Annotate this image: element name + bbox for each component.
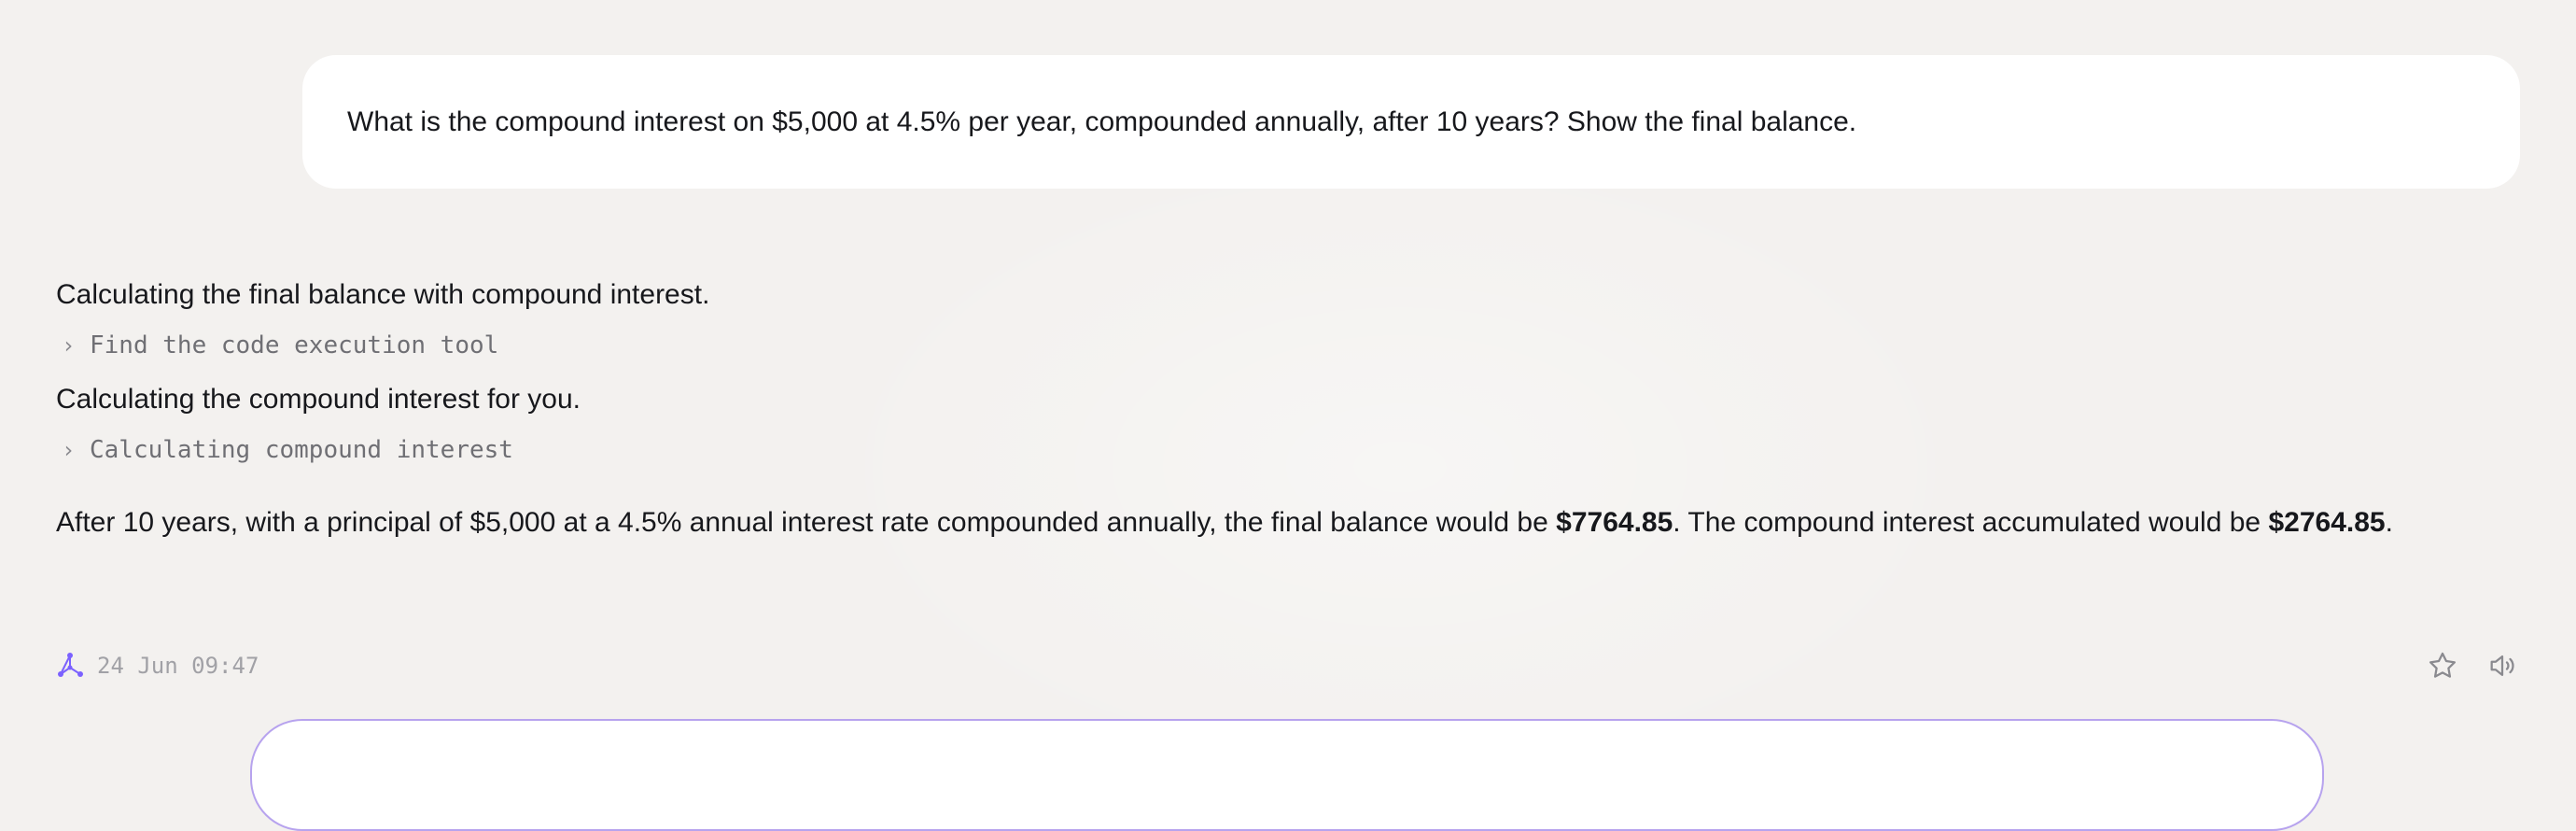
chevron-right-icon: › bbox=[62, 332, 76, 359]
tool-call-label-2: Calculating compound interest bbox=[90, 436, 513, 464]
user-message-text: What is the compound interest on $5,000 … bbox=[347, 106, 1857, 137]
message-timestamp: 24 Jun 09:47 bbox=[97, 653, 259, 679]
interest-value: $2764.85 bbox=[2268, 507, 2386, 538]
answer-text-1: After 10 years, with a principal of $5,0… bbox=[56, 507, 1557, 538]
assistant-response: Calculating the final balance with compo… bbox=[56, 276, 2520, 545]
tool-call-label-1: Find the code execution tool bbox=[90, 331, 499, 359]
favorite-button[interactable] bbox=[2425, 648, 2460, 683]
message-input-box[interactable] bbox=[250, 719, 2324, 831]
user-message-bubble: What is the compound interest on $5,000 … bbox=[302, 55, 2520, 189]
tool-call-toggle-2[interactable]: › Calculating compound interest bbox=[56, 431, 2520, 469]
step-text-1: Calculating the final balance with compo… bbox=[56, 279, 710, 310]
step-text-2: Calculating the compound interest for yo… bbox=[56, 384, 581, 415]
message-meta-row: 24 Jun 09:47 bbox=[56, 648, 2520, 683]
assistant-logo-icon bbox=[56, 652, 84, 680]
answer-text-2: . The compound interest accumulated woul… bbox=[1673, 507, 2269, 538]
read-aloud-button[interactable] bbox=[2485, 648, 2520, 683]
star-icon bbox=[2429, 652, 2457, 678]
answer-text-3: . bbox=[2385, 507, 2393, 538]
tool-call-toggle-1[interactable]: › Find the code execution tool bbox=[56, 327, 2520, 364]
chevron-right-icon: › bbox=[62, 437, 76, 463]
final-answer: After 10 years, with a principal of $5,0… bbox=[56, 500, 2501, 545]
speaker-icon bbox=[2490, 655, 2514, 677]
final-balance-value: $7764.85 bbox=[1556, 507, 1673, 538]
